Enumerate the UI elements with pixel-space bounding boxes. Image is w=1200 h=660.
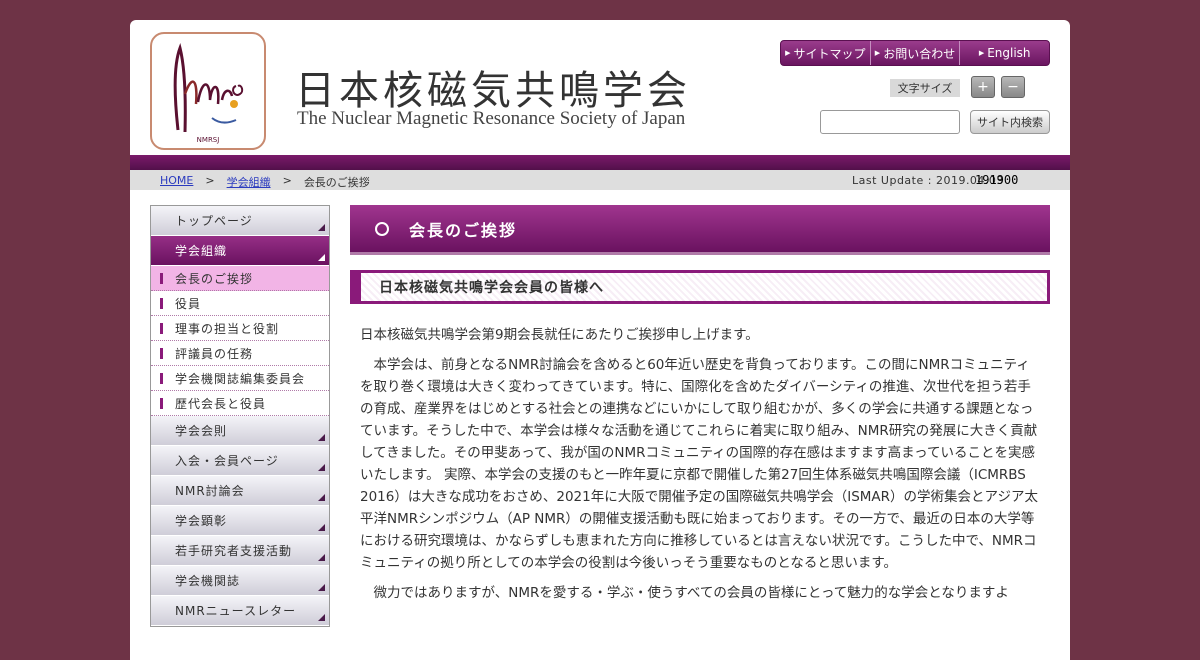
section-heading: 日本核磁気共鳴学会会員の皆様へ — [350, 270, 1050, 304]
site-search-button[interactable]: サイト内検索 — [970, 110, 1050, 134]
corner-arrow-icon — [318, 554, 325, 561]
arrow-right-icon: ▶ — [785, 49, 791, 57]
page-title: 会長のご挨拶 — [409, 220, 518, 240]
corner-arrow-icon — [318, 524, 325, 531]
sitemap-link[interactable]: ▶ サイトマップ — [781, 41, 871, 65]
sidebar-item-nmr-symposium[interactable]: NMR討論会 — [151, 476, 329, 506]
bullet-bar-icon — [160, 348, 163, 359]
breadcrumb-separator: > — [282, 174, 292, 187]
sidebar-subitem-greeting[interactable]: 会長のご挨拶 — [151, 266, 329, 291]
sidebar-item-top[interactable]: トップページ — [151, 206, 329, 236]
breadcrumb-current: 会長のご挨拶 — [303, 176, 370, 189]
corner-arrow-icon — [318, 434, 325, 441]
sidebar-item-membership[interactable]: 入会・会員ページ — [151, 446, 329, 476]
corner-arrow-icon — [318, 494, 325, 501]
breadcrumb-separator: > — [205, 174, 215, 187]
breadcrumb-bar: HOME > 学会組織 > 会長のご挨拶 Last Update : 2019.… — [130, 170, 1070, 190]
bullet-bar-icon — [160, 298, 163, 309]
sidebar-subitem-director-roles[interactable]: 理事の担当と役割 — [151, 316, 329, 341]
sidebar-item-young-researchers[interactable]: 若手研究者支援活動 — [151, 536, 329, 566]
header-band — [130, 155, 1070, 170]
arrow-right-icon: ▶ — [978, 49, 985, 57]
page-container: NMRSJ 日本核磁気共鳴学会 The Nuclear Magnetic Res… — [130, 20, 1070, 660]
font-size-increase-button[interactable]: + — [971, 76, 995, 98]
english-link[interactable]: ▶ English — [960, 41, 1049, 65]
sidebar-item-newsletter[interactable]: NMRニュースレター — [151, 596, 329, 626]
site-title-en: The Nuclear Magnetic Resonance Society o… — [297, 108, 686, 129]
arrow-right-icon: ▶ — [874, 49, 881, 57]
sidebar-menu: トップページ 学会組織 会長のご挨拶 役員 理事の担当と役割 評議員の任務 学会… — [150, 205, 330, 627]
paragraph: 本学会は、前身となるNMR討論会を含めると60年近い歴史を背負っております。この… — [360, 357, 1038, 571]
breadcrumb-org-link[interactable]: 学会組織 — [227, 174, 271, 190]
bullet-bar-icon — [160, 373, 163, 384]
breadcrumb-home-link[interactable]: HOME — [160, 174, 193, 190]
bullet-bar-icon — [160, 323, 163, 334]
sidebar-subitem-editorial-committee[interactable]: 学会機関誌編集委員会 — [151, 366, 329, 391]
breadcrumb: HOME > 学会組織 > 会長のご挨拶 — [160, 174, 370, 190]
corner-arrow-icon — [318, 614, 325, 621]
corner-arrow-icon — [318, 254, 325, 261]
page-heading: 会長のご挨拶 — [350, 205, 1050, 255]
visitor-counter: 191900 — [975, 173, 1019, 187]
sidebar-item-awards[interactable]: 学会顕彰 — [151, 506, 329, 536]
font-size-decrease-button[interactable]: − — [1001, 76, 1025, 98]
sidebar-item-journal[interactable]: 学会機関誌 — [151, 566, 329, 596]
bullet-bar-icon — [160, 273, 163, 284]
society-logo[interactable]: NMRSJ — [150, 32, 266, 150]
sidebar-subitem-past-presidents[interactable]: 歴代会長と役員 — [151, 391, 329, 416]
contact-link[interactable]: ▶ お問い合わせ — [871, 41, 961, 65]
main-content: 会長のご挨拶 日本核磁気共鳴学会会員の皆様へ 日本核磁気共鳴学会第9期会長就任に… — [350, 205, 1050, 612]
svg-text:NMRSJ: NMRSJ — [197, 136, 220, 144]
sidebar-item-bylaws[interactable]: 学会会則 — [151, 416, 329, 446]
sidebar-item-org[interactable]: 学会組織 — [151, 236, 329, 266]
corner-arrow-icon — [318, 584, 325, 591]
article-body: 日本核磁気共鳴学会第9期会長就任にあたりご挨拶申し上げます。 本学会は、前身とな… — [350, 304, 1050, 604]
paragraph: 日本核磁気共鳴学会第9期会長就任にあたりご挨拶申し上げます。 — [360, 327, 759, 343]
circle-icon — [375, 221, 389, 236]
sidebar-subitem-officers[interactable]: 役員 — [151, 291, 329, 316]
corner-arrow-icon — [318, 464, 325, 471]
search-input[interactable] — [820, 110, 960, 134]
bullet-bar-icon — [160, 398, 163, 409]
paragraph: 微力ではありますが、NMRを愛する・学ぶ・使うすべての会員の皆様にとって魅力的な… — [360, 585, 1009, 601]
corner-arrow-icon — [318, 224, 325, 231]
font-size-label: 文字サイズ — [890, 79, 960, 97]
top-navigation: ▶ サイトマップ ▶ お問い合わせ ▶ English — [780, 40, 1050, 66]
sidebar-subitem-councilor-duties[interactable]: 評議員の任務 — [151, 341, 329, 366]
